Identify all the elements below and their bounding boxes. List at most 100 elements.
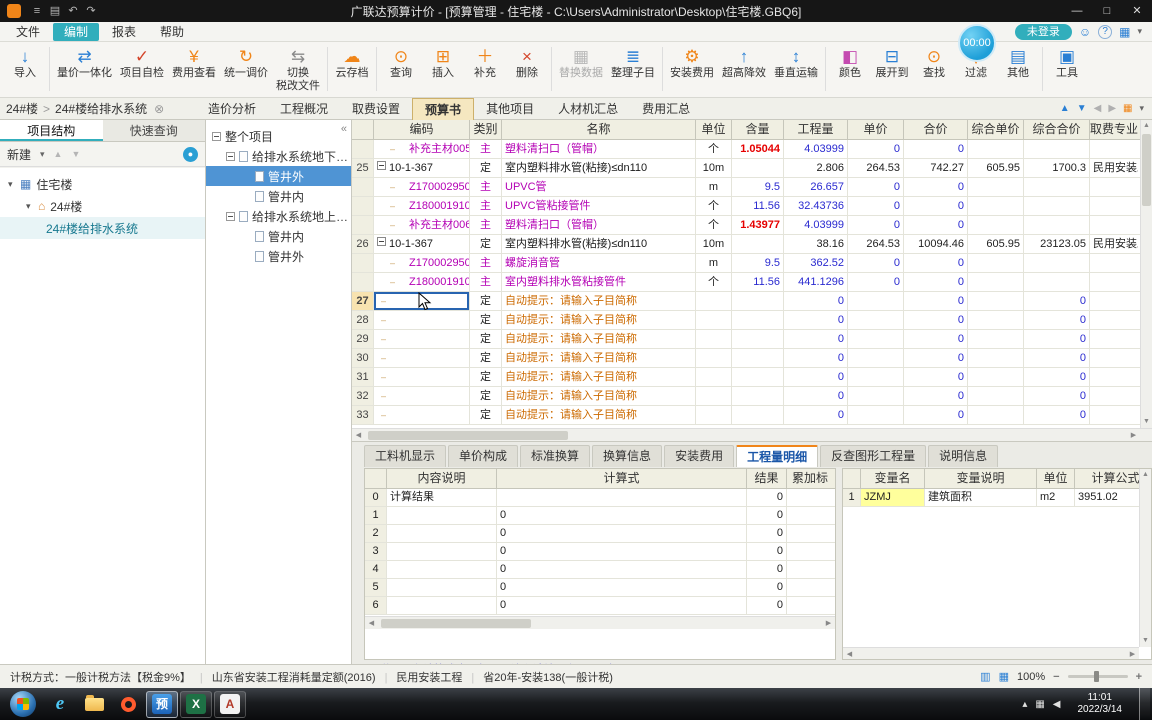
profession-cell[interactable]: [1090, 311, 1138, 329]
expander-icon[interactable]: [226, 151, 235, 161]
excel-app-button[interactable]: X: [180, 690, 212, 718]
detail-tab[interactable]: 标准换算: [520, 445, 591, 467]
code-cell[interactable]: 10-1-367: [374, 159, 470, 177]
total-cell[interactable]: 0: [904, 330, 968, 348]
unit-cell[interactable]: 个: [696, 197, 732, 215]
row-number-cell[interactable]: [352, 273, 374, 291]
price-cell[interactable]: [848, 349, 904, 367]
comp-total-cell[interactable]: [1024, 178, 1090, 196]
calc-rownum-cell[interactable]: 0: [365, 489, 387, 506]
toolbar-button[interactable]: ⊟ 展开到: [871, 44, 913, 96]
view-mode-icon[interactable]: ▥: [980, 670, 990, 683]
comp-price-cell[interactable]: [968, 349, 1024, 367]
row-number-cell[interactable]: 33: [352, 406, 374, 424]
calc-accumulate-cell[interactable]: [787, 507, 833, 524]
apps-grid-icon[interactable]: ▦: [1119, 24, 1130, 40]
tray-volume-icon[interactable]: ◀: [1053, 699, 1061, 710]
toolbar-button[interactable]: ⊙ 查找: [913, 44, 955, 96]
quantity-cell[interactable]: 4.03999: [784, 216, 848, 234]
type-cell[interactable]: 定: [470, 235, 502, 253]
zoom-slider[interactable]: [1067, 671, 1128, 682]
tree-item[interactable]: ▾ ▦ 住宅楼: [0, 173, 205, 195]
zoom-out-icon[interactable]: −: [1053, 671, 1059, 683]
sidebar-tab[interactable]: 项目结构: [0, 120, 103, 141]
toolbar-button[interactable]: ⇄ 量价一体化: [53, 44, 116, 96]
acad-app-button[interactable]: A: [214, 690, 246, 718]
row-number-cell[interactable]: [352, 216, 374, 234]
type-cell[interactable]: 主: [470, 140, 502, 158]
code-cell[interactable]: Z1700029504: [374, 254, 470, 272]
type-cell[interactable]: 定: [470, 387, 502, 405]
type-cell[interactable]: 定: [470, 406, 502, 424]
expand-caret-icon[interactable]: ▾: [26, 201, 38, 212]
name-cell[interactable]: 自动提示：请输入子目简称: [502, 349, 696, 367]
name-cell[interactable]: 塑料清扫口（管帽）: [502, 140, 696, 158]
document-tab[interactable]: 其他项目: [474, 98, 546, 120]
quantity-cell[interactable]: 0: [784, 368, 848, 386]
comp-price-cell[interactable]: [968, 273, 1024, 291]
profession-cell[interactable]: [1090, 254, 1138, 272]
var-desc-cell[interactable]: 建筑面积: [925, 489, 1037, 506]
qty-cell[interactable]: 9.5: [732, 178, 784, 196]
price-cell[interactable]: [848, 330, 904, 348]
row-number-cell[interactable]: 25: [352, 159, 374, 177]
unit-cell[interactable]: m: [696, 254, 732, 272]
calc-expr-cell[interactable]: 0: [497, 579, 747, 596]
row-number-cell[interactable]: 28: [352, 311, 374, 329]
total-cell[interactable]: 0: [904, 368, 968, 386]
user-icon[interactable]: ☺: [1079, 24, 1091, 40]
calc-expr-cell[interactable]: 0: [497, 561, 747, 578]
document-tab[interactable]: 预算书: [412, 97, 475, 120]
unit-cell[interactable]: [696, 368, 732, 386]
total-cell[interactable]: 0: [904, 387, 968, 405]
calc-desc-cell[interactable]: [387, 507, 497, 524]
calc-result-cell[interactable]: 0: [747, 597, 787, 614]
row-number-cell[interactable]: [352, 178, 374, 196]
calc-rownum-cell[interactable]: 5: [365, 579, 387, 596]
save-icon[interactable]: ▤: [46, 0, 64, 22]
spreadsheet-row[interactable]: 补充主材006 主 塑料清扫口（管帽） 个 1.43977 4.03999 0 …: [352, 216, 1140, 235]
calc-result-cell[interactable]: 0: [747, 525, 787, 542]
toolbar-button[interactable]: ⊙ 查询: [380, 44, 422, 96]
breadcrumb-item[interactable]: 24#楼: [6, 100, 38, 117]
comp-total-cell[interactable]: [1024, 140, 1090, 158]
unit-cell[interactable]: [696, 330, 732, 348]
code-cell[interactable]: [374, 349, 470, 367]
collapse-panel-icon[interactable]: «: [341, 123, 347, 135]
qty-cell[interactable]: [732, 368, 784, 386]
detail-tab[interactable]: 工料机显示: [364, 445, 447, 467]
code-cell[interactable]: 10-1-367: [374, 235, 470, 253]
comp-price-cell[interactable]: [968, 178, 1024, 196]
total-cell[interactable]: 742.27: [904, 159, 968, 177]
total-cell[interactable]: 0: [904, 292, 968, 310]
unit-cell[interactable]: 10m: [696, 235, 732, 253]
document-tab[interactable]: 人材机汇总: [546, 98, 630, 120]
type-cell[interactable]: 定: [470, 311, 502, 329]
login-button[interactable]: 未登录: [1014, 23, 1072, 40]
scroll-left-icon[interactable]: ◀: [365, 617, 378, 630]
toolbar-button[interactable]: × 删除: [506, 44, 548, 96]
calc-row[interactable]: 1 0 0: [365, 507, 835, 525]
spreadsheet-row[interactable]: 31 定 自动提示：请输入子目简称 0 0 0: [352, 368, 1140, 387]
name-cell[interactable]: 塑料清扫口（管帽）: [502, 216, 696, 234]
calc-horizontal-scrollbar[interactable]: ◀ ▶: [365, 616, 835, 629]
toolbar-button[interactable]: ▦ 替换数据: [555, 44, 607, 96]
toolbar-button[interactable]: ▤ 其他: [997, 44, 1039, 96]
next-icon[interactable]: ▶: [1108, 103, 1116, 114]
calc-rownum-cell[interactable]: 4: [365, 561, 387, 578]
name-cell[interactable]: 自动提示：请输入子目简称: [502, 311, 696, 329]
start-button[interactable]: [10, 691, 36, 717]
expander-icon[interactable]: [226, 211, 235, 221]
profession-cell[interactable]: [1090, 216, 1138, 234]
calc-accumulate-cell[interactable]: [787, 525, 833, 542]
unit-cell[interactable]: [696, 311, 732, 329]
type-cell[interactable]: 主: [470, 216, 502, 234]
spreadsheet-row[interactable]: 29 定 自动提示：请输入子目简称 0 0 0: [352, 330, 1140, 349]
comp-total-cell[interactable]: [1024, 197, 1090, 215]
expander-icon[interactable]: [212, 131, 221, 141]
chevron-down-icon[interactable]: ▾: [1137, 26, 1142, 37]
code-cell[interactable]: 补充主材005: [374, 140, 470, 158]
tray-network-icon[interactable]: ▦: [1035, 699, 1044, 710]
type-cell[interactable]: 主: [470, 254, 502, 272]
detail-tab[interactable]: 工程量明细: [736, 445, 819, 467]
